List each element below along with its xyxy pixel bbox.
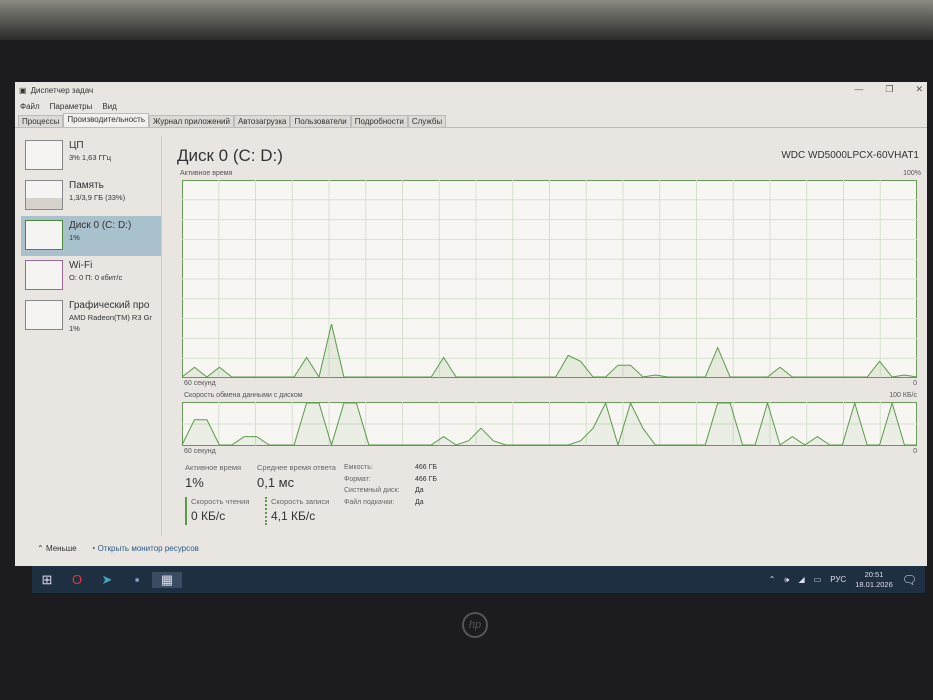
clock[interactable]: 20:51 18.01.2026 <box>855 570 893 590</box>
transfer-rate-label: Скорость обмена данными с диском <box>184 392 303 399</box>
sidebar-item-value: 1,3/3,9 ГБ (33%) <box>69 193 126 202</box>
system-tray: ⌃ 🕪 ◢ ▭ РУС 20:51 18.01.2026 🗨 <box>769 570 917 590</box>
task-manager-taskbar-icon[interactable]: ▦ <box>152 571 182 588</box>
sidebar-item-value: 3% 1,63 ГГц <box>69 153 112 162</box>
minimize-button[interactable]: — <box>854 84 863 95</box>
sidebar-item-label: Wi-Fi <box>69 260 93 271</box>
footer: ⌃ Меньше ◔ Открыть монитор ресурсов <box>37 544 199 553</box>
read-speed-value: 0 КБ/с <box>191 509 226 523</box>
open-resource-monitor-link[interactable]: Открыть монитор ресурсов <box>98 544 199 553</box>
disk-thumbnail <box>25 220 63 250</box>
sidebar-item-value: О: 0 П: 0 кбит/с <box>69 273 123 282</box>
response-time-label: Среднее время ответа <box>257 463 336 472</box>
sidebar-item-wifi[interactable]: Wi-Fi О: 0 П: 0 кбит/с <box>21 256 161 296</box>
app-icon: ▣ <box>19 85 27 95</box>
start-windows-icon[interactable]: ⊞ <box>32 572 62 588</box>
gpu-thumbnail <box>25 300 63 330</box>
sidebar-item-value: 1% <box>69 233 80 242</box>
fewer-details-button[interactable]: ⌃ Меньше <box>37 544 77 553</box>
window-title: Диспетчер задач <box>30 85 94 95</box>
transfer-rate-max: 100 КБ/с <box>889 392 917 399</box>
tab-performance[interactable]: Производительность <box>63 113 149 127</box>
tab-users[interactable]: Пользователи <box>290 115 351 127</box>
transfer-rate-min: 0 <box>913 448 917 455</box>
active-time-min: 0 <box>913 380 917 387</box>
tab-bar: Процессы Производительность Журнал прило… <box>15 113 927 128</box>
tab-services[interactable]: Службы <box>407 115 447 127</box>
active-time-span: 60 секунд <box>184 380 216 387</box>
menu-view[interactable]: Вид <box>102 102 116 111</box>
save-disk-icon[interactable]: ▪ <box>122 572 152 587</box>
chevron-up-icon[interactable]: ⌃ <box>769 575 776 584</box>
transfer-rate-chart <box>182 402 917 446</box>
active-time-value: 1% <box>185 475 204 490</box>
wifi-icon[interactable]: ◢ <box>798 575 804 584</box>
system-disk-label: Системный диск: <box>344 487 400 494</box>
sidebar-item-gpu[interactable]: Графический про AMD Radeon(TM) R3 Gr 1% <box>21 296 161 336</box>
sidebar-item-disk[interactable]: Диск 0 (C: D:) 1% <box>21 216 161 256</box>
write-speed-value: 4,1 КБ/с <box>271 509 316 523</box>
capacity-value: 466 ГБ <box>415 464 438 471</box>
read-speed-label: Скорость чтения <box>191 497 250 506</box>
tab-processes[interactable]: Процессы <box>18 115 64 127</box>
format-value: 466 ГБ <box>415 475 438 483</box>
notifications-icon[interactable]: 🗨 <box>902 573 917 587</box>
tab-app-history[interactable]: Журнал приложений <box>149 115 234 127</box>
disk-model: WDC WD5000LPCX-60VHAT1 <box>781 150 919 161</box>
capacity-label: Емкость: <box>344 464 373 471</box>
response-time-value: 0,1 мс <box>257 475 295 490</box>
maximize-button[interactable]: ❐ <box>885 84 893 95</box>
page-file-label: Файл подкачки: <box>344 498 395 506</box>
telegram-icon[interactable]: ➤ <box>92 572 122 588</box>
resource-monitor-icon: ◔ <box>90 544 96 553</box>
hp-logo: hp <box>462 612 488 638</box>
menu-options[interactable]: Параметры <box>50 102 93 111</box>
memory-thumbnail <box>25 180 63 210</box>
background-scene <box>0 0 933 40</box>
opera-icon[interactable]: O <box>62 572 92 587</box>
battery-icon[interactable]: ▭ <box>814 575 822 584</box>
volume-icon[interactable]: 🕪 <box>784 575 789 585</box>
sidebar-item-label: Графический про <box>69 300 150 311</box>
sidebar-item-label: Память <box>69 180 104 191</box>
page-title: Диск 0 (C: D:) <box>177 146 283 165</box>
active-time-chart <box>182 180 917 378</box>
active-time-label: Активное время <box>180 170 233 177</box>
active-time-max: 100% <box>903 170 921 177</box>
menu-bar: Файл Параметры Вид <box>15 98 927 114</box>
transfer-rate-span: 60 секунд <box>184 448 216 455</box>
page-file-value: Да <box>415 498 424 506</box>
active-time-stat-label: Активное время <box>185 463 242 472</box>
format-label: Формат: <box>344 475 371 483</box>
disk-panel: Диск 0 (C: D:) WDC WD5000LPCX-60VHAT1 Ак… <box>161 136 923 536</box>
system-disk-value: Да <box>415 487 424 494</box>
fewer-details-label: Меньше <box>45 544 77 553</box>
performance-sidebar: ЦП 3% 1,63 ГГц Память 1,3/3,9 ГБ (33%) Дис… <box>21 136 161 536</box>
taskbar: ⊞ O ➤ ▪ ▦ ⌃ 🕪 ◢ ▭ РУС 20:51 18.01.2026 🗨 <box>32 566 925 593</box>
chevron-up-icon: ⌃ <box>37 544 44 553</box>
title-bar: ▣ Диспетчер задач — ❐ ✕ <box>15 82 927 98</box>
sidebar-item-usage: 1% <box>69 324 80 332</box>
clock-date: 18.01.2026 <box>855 579 893 589</box>
cpu-thumbnail <box>25 140 63 170</box>
sidebar-item-value: AMD Radeon(TM) R3 Gr <box>69 313 152 322</box>
language-indicator[interactable]: РУС <box>830 575 846 584</box>
write-speed-label: Скорость записи <box>271 497 330 506</box>
sidebar-item-memory[interactable]: Память 1,3/3,9 ГБ (33%) <box>21 176 161 216</box>
clock-time: 20:51 <box>864 569 884 579</box>
sidebar-item-label: ЦП <box>69 140 84 151</box>
tab-startup[interactable]: Автозагрузка <box>233 115 291 127</box>
sidebar-item-label: Диск 0 (C: D:) <box>69 220 132 231</box>
close-button[interactable]: ✕ <box>915 84 923 95</box>
wifi-thumbnail <box>25 260 63 290</box>
sidebar-item-cpu[interactable]: ЦП 3% 1,63 ГГц <box>21 136 161 176</box>
menu-file[interactable]: Файл <box>20 102 40 111</box>
tab-details[interactable]: Подробности <box>350 115 408 127</box>
task-manager-window: ▣ Диспетчер задач — ❐ ✕ Файл Параметры В… <box>15 82 927 566</box>
